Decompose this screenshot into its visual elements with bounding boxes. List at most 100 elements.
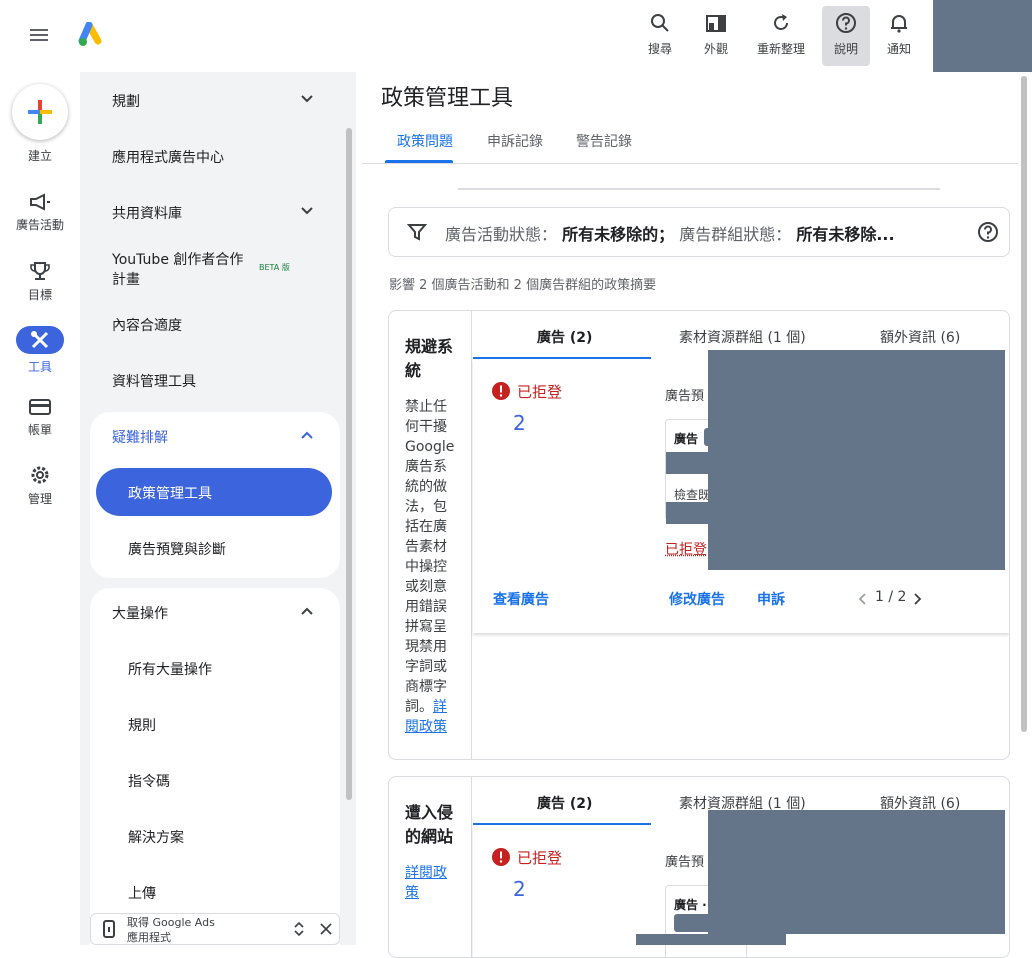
nav-item-youtube-partner-line2[interactable]: 計畫 bbox=[112, 269, 140, 289]
appearance-button[interactable]: 外觀 bbox=[692, 6, 740, 66]
ad-preview-row: 檢查既 bbox=[674, 486, 710, 503]
megaphone-icon bbox=[28, 192, 52, 212]
filter-adgroup-value: 所有未移除... bbox=[796, 225, 894, 244]
tab-policy-issues[interactable]: 政策問題 bbox=[397, 131, 453, 151]
edit-ad-link[interactable]: 修改廣告 bbox=[669, 589, 725, 609]
chevron-up-icon[interactable] bbox=[300, 428, 314, 442]
gear-icon bbox=[28, 464, 52, 486]
policy-description-text: 禁止任何干擾Google廣告系統的做法，包括在廣告素材中操控或刻意用錯誤拼寫呈現… bbox=[405, 399, 454, 715]
nav-item-planning[interactable]: 規劃 bbox=[112, 91, 140, 111]
redacted-ad-preview bbox=[708, 350, 1005, 570]
trophy-icon bbox=[28, 260, 52, 282]
rail-item-label: 管理 bbox=[0, 490, 80, 507]
ad-preview-title: 廣告 · bbox=[674, 896, 707, 913]
ad-preview-label: 廣告預 bbox=[665, 385, 704, 404]
nav-item-policy-manager[interactable]: 政策管理工具 bbox=[128, 483, 212, 503]
error-icon bbox=[491, 847, 511, 867]
refresh-icon bbox=[770, 12, 792, 34]
tab-appeal-history[interactable]: 申訴記錄 bbox=[487, 131, 543, 151]
tab-warning-history[interactable]: 警告記錄 bbox=[576, 131, 632, 151]
nav-item-rules[interactable]: 規則 bbox=[128, 715, 156, 735]
search-button[interactable]: 搜尋 bbox=[636, 6, 684, 66]
main-scrollbar[interactable] bbox=[1021, 76, 1027, 732]
promo-line2: 應用程式 bbox=[127, 929, 171, 945]
refresh-label: 重新整理 bbox=[757, 40, 805, 57]
chevron-left-icon[interactable] bbox=[857, 592, 867, 606]
menu-icon[interactable] bbox=[28, 26, 50, 44]
page-title: 政策管理工具 bbox=[381, 80, 513, 112]
appearance-icon bbox=[705, 12, 727, 34]
inner-tab-extras[interactable]: 額外資訊 (6) bbox=[880, 327, 960, 347]
nav-item-all-bulk[interactable]: 所有大量操作 bbox=[128, 659, 212, 679]
redacted-content bbox=[636, 934, 786, 945]
appearance-label: 外觀 bbox=[692, 40, 740, 57]
help-button[interactable]: 說明 bbox=[822, 6, 870, 66]
nav-item-youtube-partner-line1[interactable]: YouTube 創作者合作 bbox=[112, 249, 243, 269]
close-icon[interactable] bbox=[319, 922, 333, 936]
chevron-down-icon[interactable] bbox=[300, 92, 314, 106]
policy-name: 遭入侵的網站 bbox=[405, 801, 459, 849]
nav-item-shared-library[interactable]: 共用資料庫 bbox=[112, 203, 182, 223]
nav-scrollbar[interactable] bbox=[346, 128, 352, 800]
disapproved-count[interactable]: 2 bbox=[513, 411, 526, 435]
nav-item-app-ads-hub[interactable]: 應用程式廣告中心 bbox=[112, 147, 224, 167]
learn-policy-link[interactable]: 詳閱政策 bbox=[405, 865, 447, 901]
nav-item-solutions[interactable]: 解決方案 bbox=[128, 827, 184, 847]
policy-description: 禁止任何干擾Google廣告系統的做法，包括在廣告素材中操控或刻意用錯誤拼寫呈現… bbox=[405, 397, 455, 737]
inner-tab-asset-groups[interactable]: 素材資源群組 (1 個) bbox=[679, 327, 806, 347]
credit-card-icon bbox=[28, 397, 52, 417]
rail-item-campaigns[interactable]: 廣告活動 bbox=[0, 192, 80, 233]
google-ads-logo[interactable] bbox=[78, 22, 108, 50]
redacted-ad-preview bbox=[708, 810, 1005, 934]
ad-preview-label: 廣告預 bbox=[665, 851, 704, 870]
create-button[interactable] bbox=[12, 84, 68, 140]
appeal-link[interactable]: 申訴 bbox=[757, 589, 785, 609]
rail-item-goals[interactable]: 目標 bbox=[0, 260, 80, 303]
help-icon bbox=[835, 12, 857, 34]
view-ads-link[interactable]: 查看廣告 bbox=[493, 589, 549, 609]
filter-bar[interactable]: 廣告活動狀態： 所有未移除的； 廣告群組狀態： 所有未移除... bbox=[388, 207, 1010, 257]
chevron-right-icon[interactable] bbox=[913, 592, 923, 606]
disapproved-count[interactable]: 2 bbox=[513, 877, 526, 901]
nav-item-troubleshooting[interactable]: 疑難排解 bbox=[112, 427, 168, 447]
inner-tab-ads[interactable]: 廣告 (2) bbox=[537, 327, 592, 347]
expand-collapse-icon[interactable] bbox=[293, 921, 305, 937]
card-column-divider bbox=[471, 777, 472, 957]
filter-icon[interactable] bbox=[407, 223, 427, 241]
ad-preview-title: 廣告 bbox=[674, 430, 698, 447]
pager-text: 1 / 2 bbox=[875, 589, 906, 605]
notification-bell-icon bbox=[888, 12, 910, 34]
nav-item-content-suitability[interactable]: 內容合適度 bbox=[112, 315, 182, 335]
nav-item-data-manager[interactable]: 資料管理工具 bbox=[112, 371, 196, 391]
top-bar: 搜尋 外觀 重新整理 說明 通知 bbox=[0, 0, 1032, 72]
status-disapproved: 已拒登 bbox=[517, 381, 562, 402]
notifications-button[interactable]: 通知 bbox=[875, 6, 923, 66]
tools-nav-menu: 規劃 應用程式廣告中心 共用資料庫 YouTube 創作者合作 計畫 BETA … bbox=[80, 72, 356, 945]
tools-active-pill bbox=[16, 326, 64, 354]
filter-adgroup-label: 廣告群組狀態： bbox=[679, 225, 791, 244]
policy-name: 規避系統 bbox=[405, 335, 459, 383]
filter-campaign-value: 所有未移除的； bbox=[562, 225, 674, 244]
get-app-promo[interactable]: 取得 Google Ads 應用程式 bbox=[90, 913, 340, 945]
phone-icon bbox=[103, 920, 115, 938]
nav-item-uploads[interactable]: 上傳 bbox=[128, 883, 156, 903]
nav-item-scripts[interactable]: 指令碼 bbox=[128, 771, 170, 791]
rail-item-billing[interactable]: 帳單 bbox=[0, 397, 80, 438]
promo-line1: 取得 Google Ads bbox=[127, 914, 215, 930]
filter-summary[interactable]: 廣告活動狀態： 所有未移除的； 廣告群組狀態： 所有未移除... bbox=[445, 221, 895, 245]
account-avatar[interactable] bbox=[933, 0, 1032, 72]
filter-campaign-label: 廣告活動狀態： bbox=[445, 225, 557, 244]
inner-tab-ads[interactable]: 廣告 (2) bbox=[537, 793, 592, 813]
chevron-down-icon[interactable] bbox=[300, 204, 314, 218]
rail-item-admin[interactable]: 管理 bbox=[0, 464, 80, 507]
rail-item-tools[interactable]: 工具 bbox=[0, 326, 80, 375]
rail-item-label: 帳單 bbox=[0, 421, 80, 438]
policy-summary: 影響 2 個廣告活動和 2 個廣告群組的政策摘要 bbox=[389, 274, 656, 293]
nav-item-bulk-actions[interactable]: 大量操作 bbox=[112, 603, 168, 623]
chevron-up-icon[interactable] bbox=[300, 604, 314, 618]
disapproved-detail[interactable]: 已拒登 bbox=[665, 539, 707, 559]
refresh-button[interactable]: 重新整理 bbox=[757, 6, 805, 66]
nav-item-ad-preview[interactable]: 廣告預覽與診斷 bbox=[128, 539, 226, 559]
create-label: 建立 bbox=[0, 147, 80, 164]
help-icon[interactable] bbox=[977, 221, 999, 243]
